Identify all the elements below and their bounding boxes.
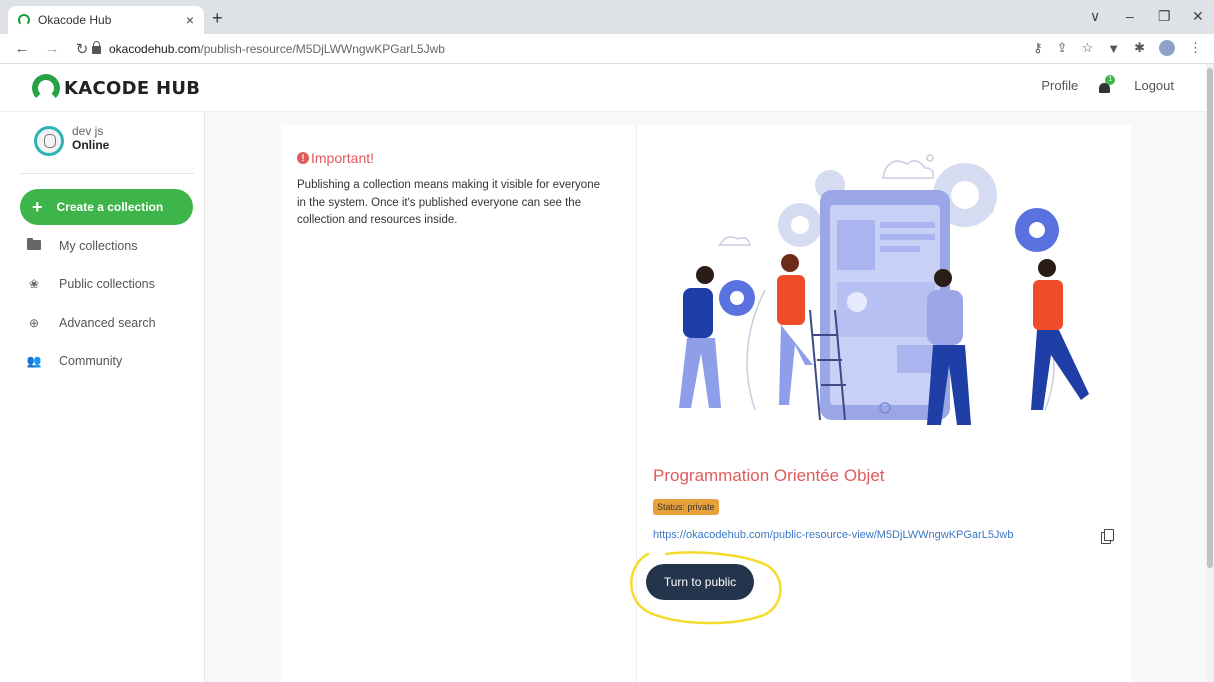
close-window-icon[interactable]: ✕: [1192, 8, 1204, 25]
notification-bell-icon[interactable]: 1: [1098, 74, 1116, 93]
collections-icon: ❀: [28, 277, 40, 291]
tab-title: Okacode Hub: [38, 13, 112, 27]
forward-icon[interactable]: →: [44, 40, 60, 57]
user-name: dev js: [72, 124, 104, 138]
puzzle-icon[interactable]: ✱: [1134, 40, 1145, 56]
logo-ring-icon: [32, 74, 60, 102]
scrollbar-thumb[interactable]: [1207, 68, 1213, 568]
sidebar-item-advanced-search[interactable]: ⊕ Advanced search: [26, 312, 196, 334]
extension-v-icon[interactable]: ▼: [1107, 41, 1120, 56]
url-path: /publish-resource/M5DjLWWngwKPGarL5Jwb: [200, 42, 445, 56]
reload-icon[interactable]: ↻: [74, 40, 90, 58]
browser-tab[interactable]: Okacode Hub ×: [8, 6, 204, 34]
profile-avatar-icon[interactable]: [1159, 40, 1175, 56]
browser-extensions: ⚷ ⇪ ☆ ▼ ✱ ⋮: [1033, 40, 1202, 56]
community-icon: 👥: [26, 354, 42, 368]
team-building-illustration: [679, 154, 1089, 425]
address-bar[interactable]: okacodehub.com/publish-resource/M5DjLWWn…: [92, 39, 445, 59]
collection-title: Programmation Orientée Objet: [653, 466, 885, 485]
search-icon: ⊕: [28, 316, 40, 330]
minimize-icon[interactable]: –: [1126, 8, 1134, 24]
public-resource-link[interactable]: https://okacodehub.com/public-resource-v…: [653, 529, 1014, 541]
key-icon[interactable]: ⚷: [1033, 40, 1043, 56]
sidebar-item-label: Advanced search: [59, 316, 156, 330]
browser-toolbar: ← → ↻ okacodehub.com/publish-resource/M5…: [0, 34, 1214, 64]
logout-link[interactable]: Logout: [1134, 78, 1174, 93]
user-status: Online: [72, 138, 110, 152]
browser-tab-bar: Okacode Hub × + ∨ – ❐ ✕: [0, 0, 1214, 34]
copy-icon[interactable]: [1101, 529, 1114, 544]
lock-icon: [92, 41, 101, 54]
tab-search-icon[interactable]: ∨: [1090, 8, 1100, 25]
sidebar-item-community[interactable]: 👥 Community: [26, 350, 196, 372]
share-icon[interactable]: ⇪: [1057, 40, 1068, 56]
status-badge: Status: private: [653, 499, 719, 515]
new-tab-icon[interactable]: +: [212, 8, 223, 29]
tab-close-icon[interactable]: ×: [186, 12, 194, 28]
logo[interactable]: KACODE HUB: [32, 74, 200, 102]
user-avatar[interactable]: [34, 126, 64, 156]
create-collection-label: Create a collection: [56, 200, 164, 214]
restore-icon[interactable]: ❐: [1158, 8, 1171, 25]
important-description: Publishing a collection means making it …: [297, 179, 600, 226]
app-header: KACODE HUB Profile 1 Logout: [0, 64, 1206, 112]
sidebar-item-label: Public collections: [59, 277, 155, 291]
user-info: dev js Online: [72, 124, 109, 173]
url-host: okacodehub.com: [109, 42, 201, 56]
okacode-favicon-icon: [18, 14, 30, 26]
sidebar-item-public-collections[interactable]: ❀ Public collections: [26, 273, 196, 295]
menu-dots-icon[interactable]: ⋮: [1189, 40, 1202, 56]
person-right: [1031, 259, 1089, 410]
profile-link[interactable]: Profile: [1041, 78, 1078, 93]
folder-icon: [27, 238, 41, 250]
header-nav: Profile 1 Logout: [1041, 74, 1174, 93]
sidebar-item-label: My collections: [59, 239, 138, 253]
logo-text: KACODE HUB: [64, 77, 201, 99]
sidebar-item-label: Community: [59, 354, 123, 368]
sidebar: dev js Online + Create a collection My c…: [0, 112, 205, 682]
important-heading: ! Important!: [297, 150, 374, 166]
create-collection-button[interactable]: + Create a collection: [20, 189, 193, 225]
person-left: [679, 266, 721, 408]
plus-icon: +: [32, 197, 43, 217]
page-scrollbar[interactable]: [1206, 64, 1214, 682]
highlight-circle-annotation: [630, 551, 782, 625]
notification-badge: 1: [1105, 74, 1116, 85]
alert-icon: !: [297, 152, 309, 164]
back-icon[interactable]: ←: [14, 40, 30, 57]
user-block: dev js Online: [20, 124, 194, 174]
sidebar-item-my-collections[interactable]: My collections: [26, 235, 196, 257]
bookmark-star-icon[interactable]: ☆: [1082, 40, 1094, 56]
important-title: Important!: [311, 150, 375, 166]
